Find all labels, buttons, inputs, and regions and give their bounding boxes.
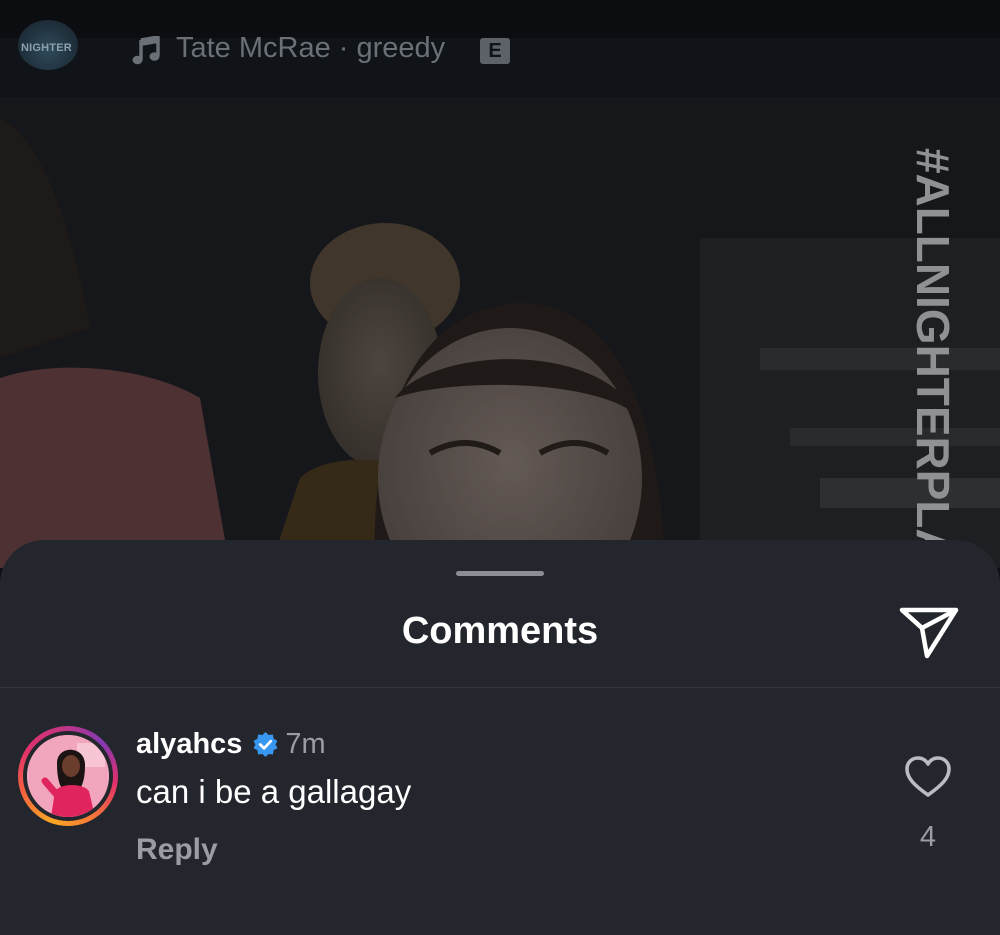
comment-item: alyahcs 7m can i be a gallagay Reply 4 (0, 720, 1000, 870)
comments-title: Comments (401, 610, 599, 652)
like-count: 4 (919, 821, 937, 853)
status-strip (0, 0, 1000, 38)
sheet-divider (0, 687, 1000, 688)
profile-thumbnail-text: NIGHTER (21, 42, 72, 54)
comment-timestamp: 7m (285, 727, 326, 760)
commenter-avatar[interactable] (18, 726, 118, 826)
reel-video[interactable]: #ALLNIGHTERPLAY (0, 98, 1000, 568)
sheet-drag-handle[interactable] (456, 571, 544, 576)
comments-sheet: Comments alyahcs 7m can i be a gallagay … (0, 540, 1000, 935)
music-track-label[interactable]: Tate McRae · greedy (176, 32, 445, 65)
explicit-badge: E (480, 38, 510, 64)
reply-button[interactable]: Reply (136, 833, 218, 867)
svg-text:#ALLNIGHTERPLAY: #ALLNIGHTERPLAY (907, 148, 959, 568)
video-frame-illustration (0, 98, 1000, 568)
music-bar: NIGHTER Tate McRae · greedy E (0, 0, 1000, 98)
reel-comments-screen: #ALLNIGHTERPLAY NIGHTER Tate McRae · gre… (0, 0, 1000, 935)
music-note-icon (132, 36, 160, 65)
heart-icon[interactable] (904, 755, 952, 799)
creator-profile-thumbnail[interactable]: NIGHTER (18, 20, 78, 70)
verified-badge-icon (253, 731, 278, 757)
send-icon[interactable] (898, 604, 960, 660)
video-hashtag-overlay: #ALLNIGHTERPLAY (907, 148, 959, 568)
avatar-image (27, 735, 109, 817)
comment-text: can i be a gallagay (136, 773, 412, 810)
comment-header: alyahcs 7m (136, 724, 326, 764)
comment-username[interactable]: alyahcs (136, 728, 242, 761)
